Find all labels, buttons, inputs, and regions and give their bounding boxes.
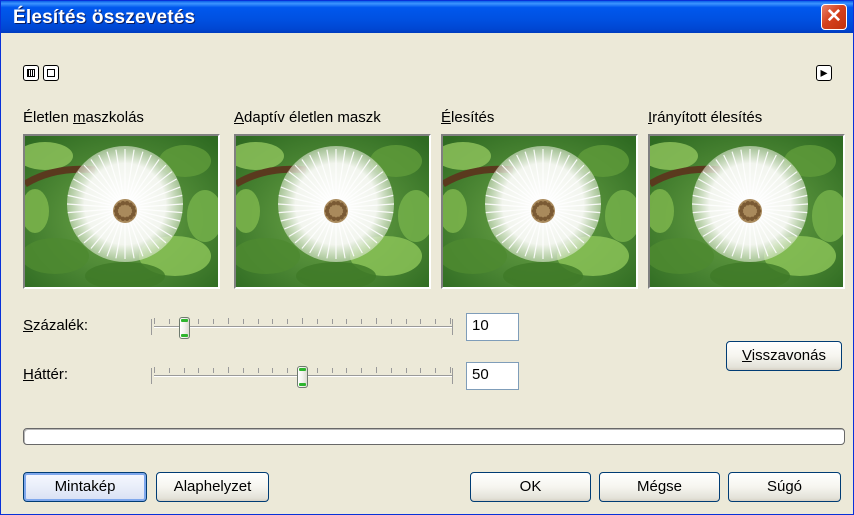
preview-label-sharpen: Élesítés	[441, 109, 495, 126]
single-view-icon[interactable]	[43, 65, 59, 81]
preview-label-directional: Irányított élesítés	[648, 109, 763, 126]
progress-bar	[23, 428, 845, 445]
preview-image-directional[interactable]	[648, 134, 845, 289]
preview-label-unsharp: Életlen maszkolás	[23, 109, 144, 126]
preview-image-sharpen[interactable]	[441, 134, 638, 289]
slider-thumb[interactable]	[178, 317, 190, 339]
title-bar[interactable]: Élesítés összevetés ✕	[1, 1, 853, 33]
undo-button[interactable]: Visszavonás	[726, 341, 842, 371]
percent-slider[interactable]	[151, 317, 453, 339]
slider-thumb[interactable]	[297, 366, 308, 388]
window-title: Élesítés összevetés	[13, 7, 196, 28]
dialog-window: Élesítés összevetés ✕ ▸ Életlen maszkolá…	[0, 0, 854, 515]
dandelion-picture	[443, 136, 636, 287]
preview-image-unsharp[interactable]	[23, 134, 220, 289]
percent-label: Százalék:	[23, 317, 89, 334]
tile-view-icon[interactable]	[23, 65, 39, 81]
ok-button[interactable]: OK	[470, 472, 591, 502]
dandelion-picture	[650, 136, 843, 287]
percent-input[interactable]: 10	[466, 313, 519, 341]
play-arrow-icon[interactable]: ▸	[816, 65, 832, 81]
close-button[interactable]: ✕	[821, 4, 847, 30]
preview-label-adaptive: Adaptív életlen maszk	[234, 109, 381, 126]
background-label: Háttér:	[23, 366, 69, 383]
background-input[interactable]: 50	[466, 362, 519, 390]
close-icon: ✕	[826, 6, 842, 27]
background-slider[interactable]	[151, 366, 453, 388]
cancel-button[interactable]: Mégse	[599, 472, 720, 502]
reset-button[interactable]: Alaphelyzet	[156, 472, 269, 502]
help-button[interactable]: Súgó	[728, 472, 841, 502]
sample-button[interactable]: Mintakép	[23, 472, 147, 502]
dandelion-picture	[236, 136, 429, 287]
dandelion-picture	[25, 136, 218, 287]
preview-image-adaptive[interactable]	[234, 134, 431, 289]
